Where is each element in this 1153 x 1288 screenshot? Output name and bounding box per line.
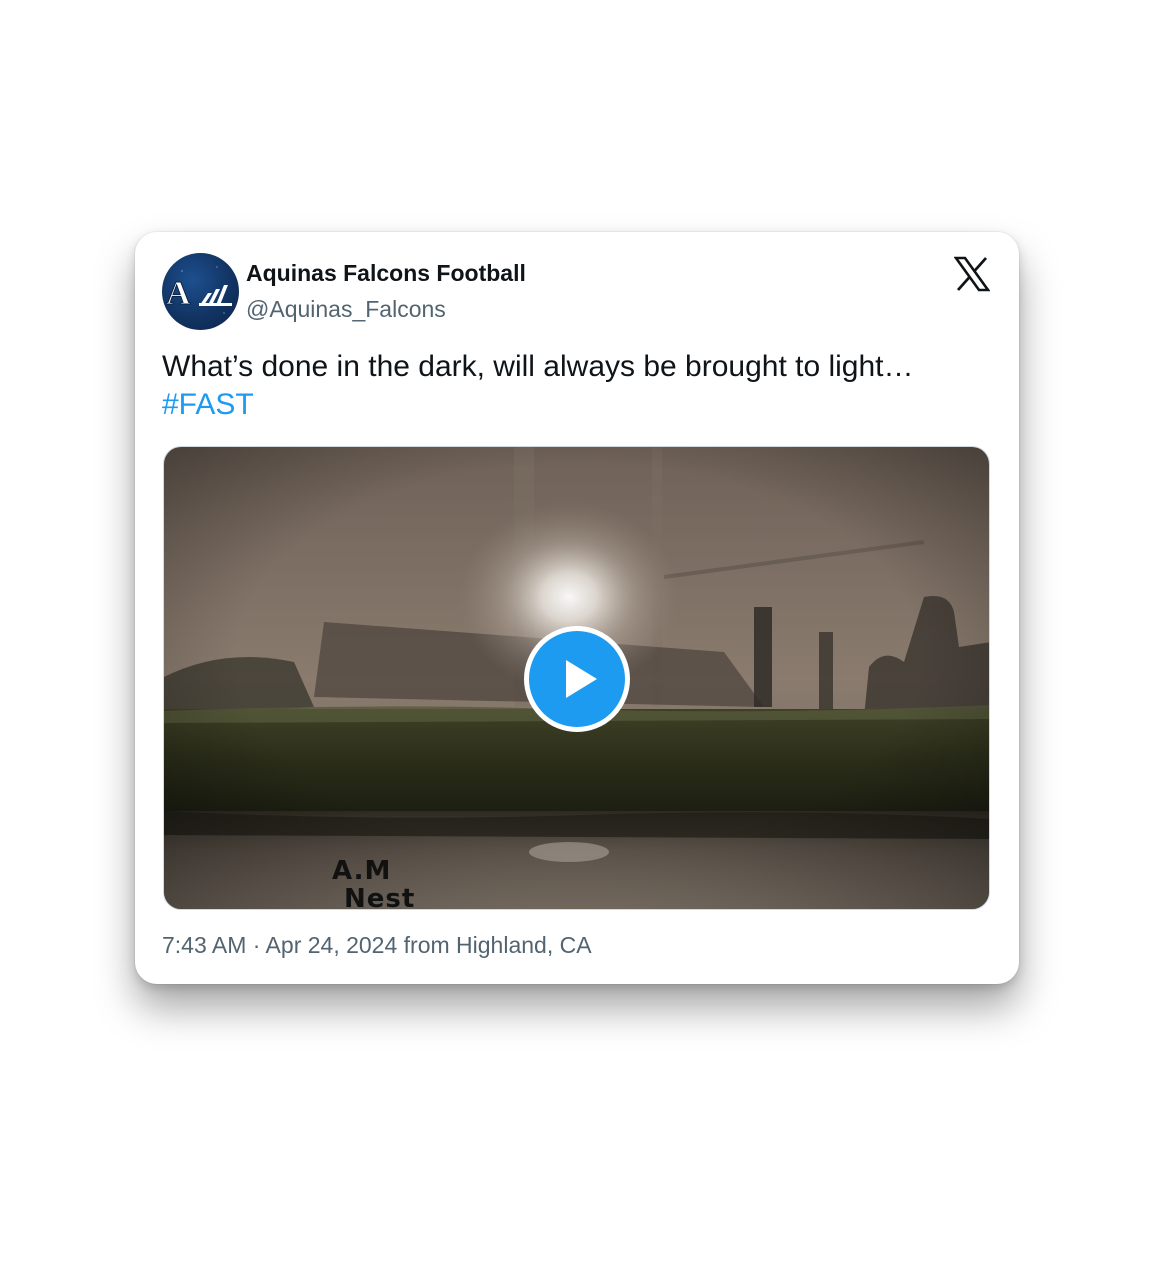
svg-text:A: A: [166, 275, 191, 312]
play-button[interactable]: [524, 626, 630, 732]
tweet-text: What’s done in the dark, will always be …: [162, 348, 992, 424]
watermark-line2: Nest: [344, 884, 416, 910]
x-logo-icon[interactable]: [954, 256, 990, 292]
play-icon: [566, 660, 597, 698]
video-player[interactable]: A.M Nest: [163, 446, 990, 910]
avatar[interactable]: A: [162, 253, 239, 330]
tweet-card[interactable]: A Aquinas Falcons Football @Aquinas_Falc…: [135, 232, 1019, 984]
aquinas-logo-icon: A: [166, 266, 232, 314]
tweet-header: A Aquinas Falcons Football @Aquinas_Falc…: [162, 252, 992, 332]
author-name[interactable]: Aquinas Falcons Football: [246, 260, 526, 287]
video-watermark: A.M Nest: [332, 856, 416, 910]
author-handle[interactable]: @Aquinas_Falcons: [246, 296, 446, 323]
tweet-timestamp[interactable]: 7:43 AM · Apr 24, 2024 from Highland, CA: [162, 932, 592, 959]
watermark-line1: A.M: [332, 856, 392, 886]
tweet-body: What’s done in the dark, will always be …: [162, 350, 914, 383]
hashtag-link[interactable]: #FAST: [162, 386, 254, 424]
